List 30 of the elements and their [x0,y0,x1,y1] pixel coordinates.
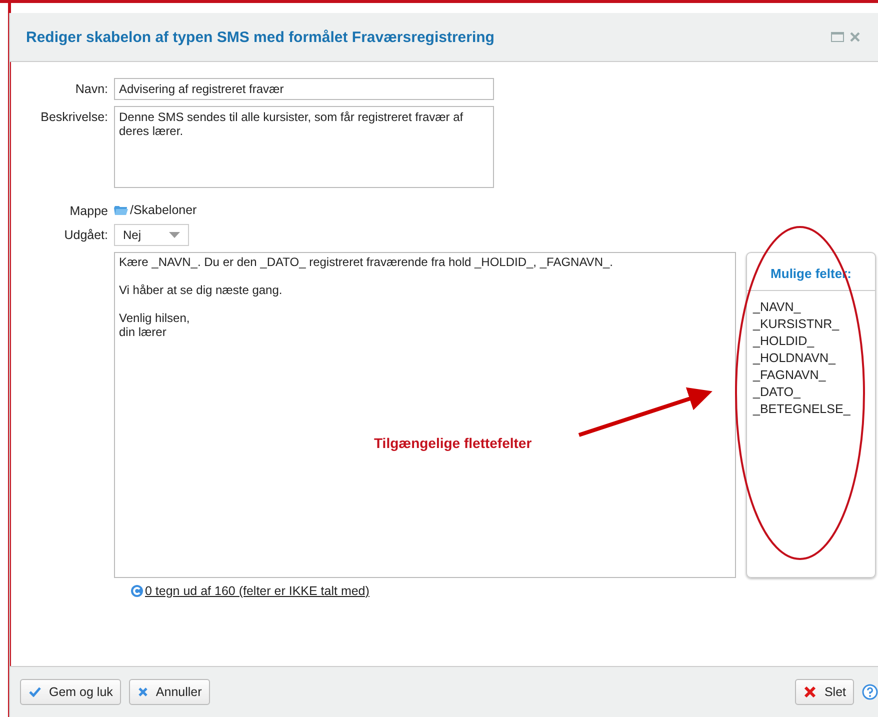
folder-icon [114,204,128,216]
field-label: Beskrivelse: [40,109,108,124]
description-field[interactable]: Denne SMS sendes til alle kursister, som får registreret fravær af deres lærer. [114,106,494,188]
character-count-link[interactable]: 0 tegn ud af 160 (felter er IKKE talt med) [145,584,370,598]
delete-icon [804,686,816,698]
close-icon[interactable] [850,32,860,42]
check-icon [29,687,41,697]
merge-field[interactable]: _HOLDNAVN_ [753,350,836,367]
cancel-button[interactable]: Annuller [128,679,210,705]
maximize-icon[interactable] [831,32,844,42]
save-button[interactable]: Gem og luk [20,679,121,705]
merge-field[interactable]: _FAGNAVN_ [753,367,826,384]
annotation-text: Tilgængelige flettefelter [374,435,532,451]
field-label: Navn: [75,81,108,96]
merge-field[interactable]: _DATO_ [753,384,800,401]
name-field[interactable]: Advisering af registreret fravær [114,78,494,100]
merge-field[interactable]: _HOLDID_ [753,333,814,350]
field-label: Mappe [70,203,108,218]
delete-button[interactable]: Slet [795,679,854,705]
caret-icon [169,232,180,238]
close-icon [138,687,148,697]
folder-path: /Skabeloner [130,203,197,217]
expired-dropdown[interactable]: Nej [114,224,189,246]
window-title: Rediger skabelon af typen SMS med formålet Fraværsregistrering [26,28,494,46]
merge-field[interactable]: _BETEGNELSE_ [753,401,850,418]
merge-field[interactable]: _NAVN_ [753,299,801,316]
help-icon[interactable] [862,684,878,700]
field-label: Udgået: [64,227,108,242]
merge-field[interactable]: _KURSISTNR_ [753,316,840,333]
refresh-icon[interactable] [131,585,143,597]
